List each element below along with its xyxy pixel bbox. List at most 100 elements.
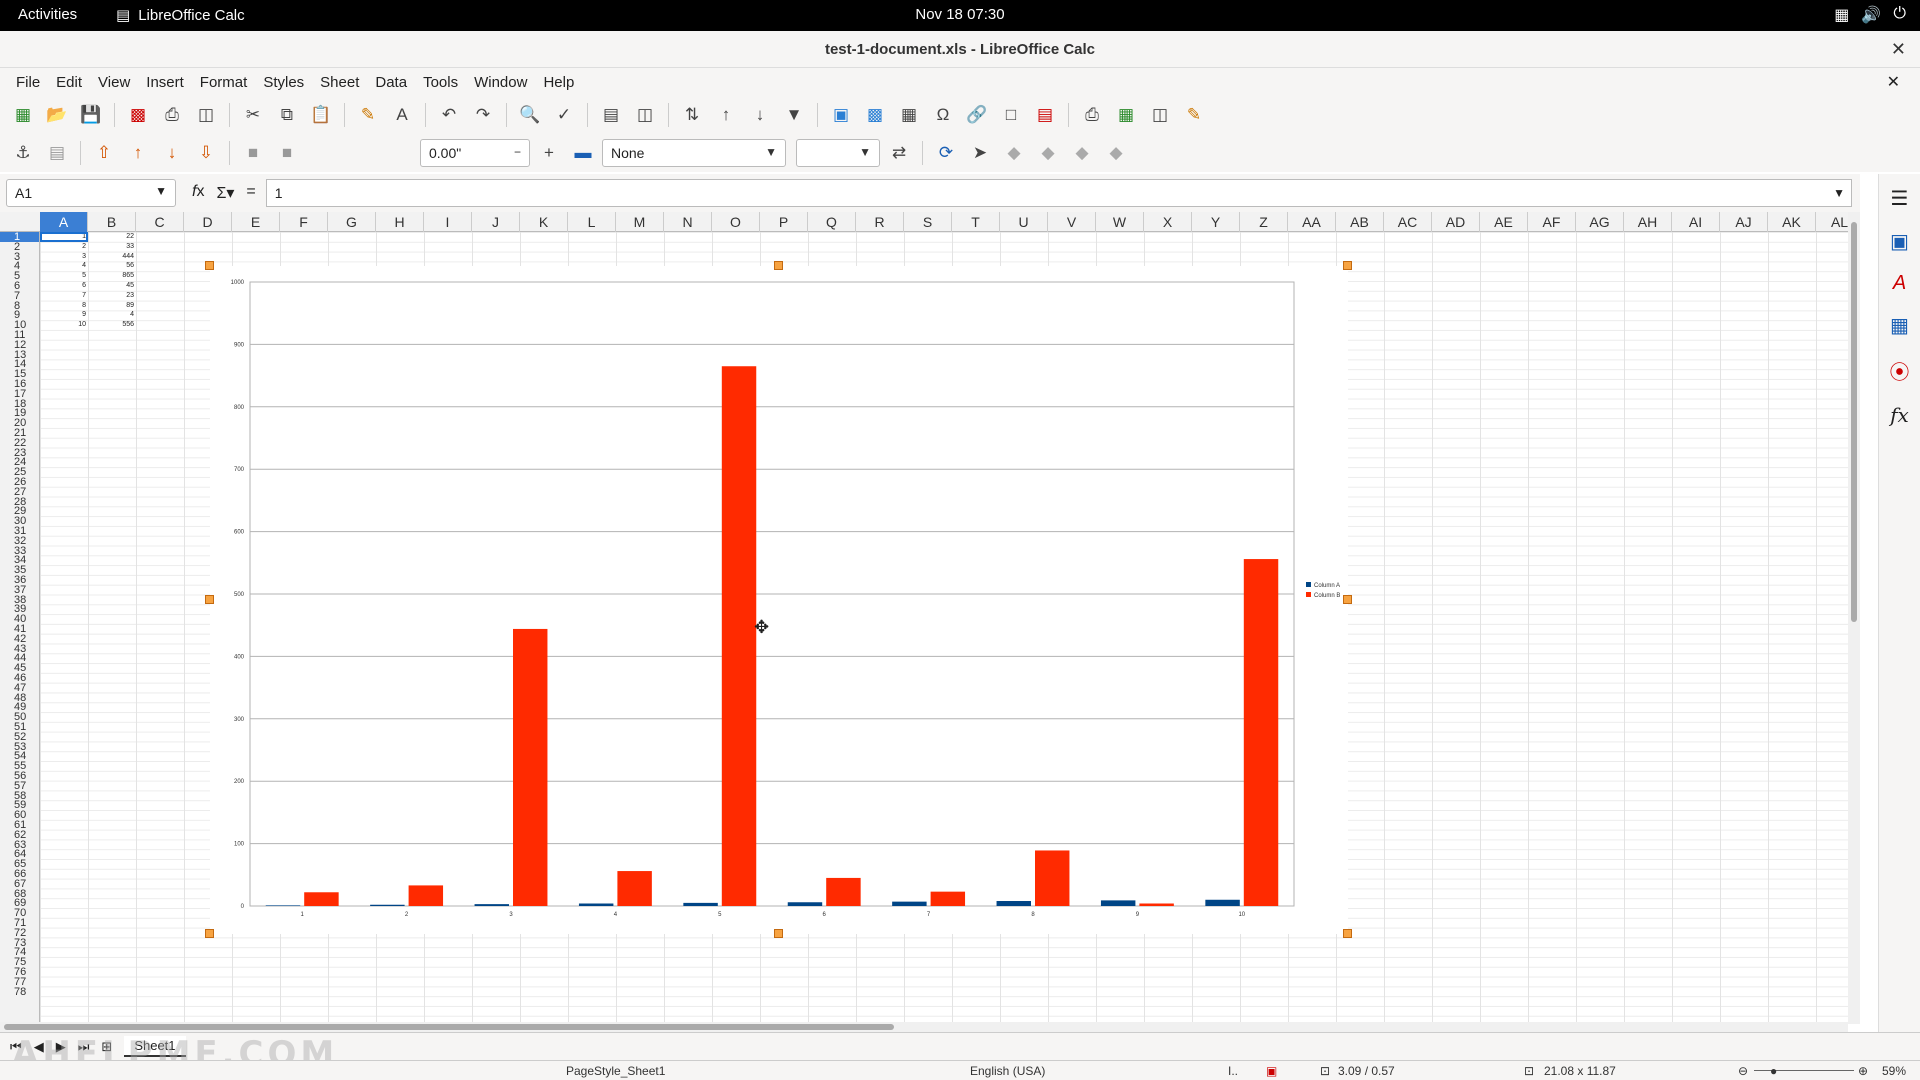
resize-handle-top-left[interactable] [205,261,214,270]
print-icon[interactable]: ⎙ [157,100,187,130]
flip-icon[interactable]: ◆ [1033,138,1063,168]
menu-format[interactable]: Format [192,74,256,91]
app-menu[interactable]: ▤ LibreOffice Calc [116,6,245,25]
menu-edit[interactable]: Edit [48,74,90,91]
send-to-back-icon[interactable]: ⇩ [191,138,221,168]
cell-a9[interactable]: 9 [40,310,86,320]
column-header-ab[interactable]: AB [1336,212,1384,232]
menu-sheet[interactable]: Sheet [312,74,367,91]
column-icon[interactable]: ◫ [630,100,660,130]
pivot-table-icon[interactable]: ▦ [894,100,924,130]
open-icon[interactable]: 📂 [42,100,72,130]
spreadsheet-grid-area[interactable]: A B C D E F G H I J K L M N O P Q R S T U V W X Y Z AA AB AC AD AE AF AG… [0,212,1848,1024]
cell-a2[interactable]: 2 [40,242,86,252]
row-icon[interactable]: ▤ [596,100,626,130]
menu-window[interactable]: Window [466,74,535,91]
column-header-ak[interactable]: AK [1768,212,1816,232]
scroll-thumb[interactable] [4,1024,894,1030]
column-header-ah[interactable]: AH [1624,212,1672,232]
column-header-aj[interactable]: AJ [1720,212,1768,232]
cell-b6[interactable]: 45 [88,281,134,291]
cell-b9[interactable]: 4 [88,310,134,320]
row-header[interactable]: 2 [0,241,39,252]
hyperlink-icon[interactable]: 🔗 [962,100,992,130]
headers-footers-icon[interactable]: ▤ [1030,100,1060,130]
row-header[interactable]: 8 [0,300,39,311]
navigator-icon[interactable]: ⦿ [1890,356,1910,385]
insert-chart-icon[interactable]: ▩ [860,100,890,130]
zoom-level[interactable]: 59% [1882,1064,1906,1078]
bar-chart[interactable]: 0 100 200 300 400 500 600 700 800 900 1000 1 2 3 4 5 6 7 8… [210,266,1348,934]
row-header[interactable]: 6 [0,281,39,292]
clear-formatting-icon[interactable]: A [387,100,417,130]
cell-b4[interactable]: 56 [88,261,134,271]
area-style-dropdown[interactable]: None ▼ [602,139,786,167]
menu-view[interactable]: View [90,74,138,91]
column-header-af[interactable]: AF [1528,212,1576,232]
window-close-icon[interactable]: ✕ [1891,31,1906,68]
column-header-aa[interactable]: AA [1288,212,1336,232]
column-header-s[interactable]: S [904,212,952,232]
column-header-x[interactable]: X [1144,212,1192,232]
column-header-e[interactable]: E [232,212,280,232]
freeze-rows-columns-icon[interactable]: ▦ [1111,100,1141,130]
column-header-y[interactable]: Y [1192,212,1240,232]
menu-help[interactable]: Help [535,74,582,91]
row-header[interactable]: 4 [0,261,39,272]
cut-icon[interactable]: ✂ [238,100,268,130]
column-header-j[interactable]: J [472,212,520,232]
column-header-ag[interactable]: AG [1576,212,1624,232]
sidebar-menu-icon[interactable]: ☰ [1891,186,1909,211]
comment-icon[interactable]: □ [996,100,1026,130]
to-foreground-icon[interactable]: ■ [238,138,268,168]
line-color-icon[interactable]: ▬ [568,138,598,168]
chart-object[interactable]: 0 100 200 300 400 500 600 700 800 900 1000 1 2 3 4 5 6 7 8… [210,266,1348,934]
menu-file[interactable]: File [8,74,48,91]
zoom-out-icon[interactable]: ⊖ [1738,1064,1748,1078]
column-header-h[interactable]: H [376,212,424,232]
column-header-ad[interactable]: AD [1432,212,1480,232]
power-icon[interactable]: ⏻ [1893,5,1906,25]
group-icon[interactable]: ◆ [1067,138,1097,168]
show-draw-functions-icon[interactable]: ✎ [1179,100,1209,130]
cell-b5[interactable]: 865 [88,271,134,281]
column-header-r[interactable]: R [856,212,904,232]
resize-handle-left[interactable] [205,595,214,604]
cell-a7[interactable]: 7 [40,291,86,301]
column-header-b[interactable]: B [88,212,136,232]
points-icon[interactable]: ◆ [999,138,1029,168]
autofilter-icon[interactable]: ▼ [779,100,809,130]
formula-icon[interactable]: = [246,183,255,203]
row-header[interactable]: 1 [0,232,39,242]
save-icon[interactable]: 💾 [76,100,106,130]
activities-button[interactable]: Activities [18,6,77,23]
backward-one-icon[interactable]: ↓ [157,138,187,168]
name-box[interactable]: A1 ▼ [6,179,176,207]
horizontal-scrollbar[interactable] [0,1022,1848,1032]
resize-handle-bottom-left[interactable] [205,929,214,938]
column-header-ai[interactable]: AI [1672,212,1720,232]
column-header-z[interactable]: Z [1240,212,1288,232]
to-background-icon[interactable]: ■ [272,138,302,168]
column-header-n[interactable]: N [664,212,712,232]
cell-b8[interactable]: 89 [88,301,134,311]
ungroup-icon[interactable]: ◆ [1101,138,1131,168]
column-header-i[interactable]: I [424,212,472,232]
resize-handle-bottom[interactable] [774,929,783,938]
menu-styles[interactable]: Styles [255,74,312,91]
menu-tools[interactable]: Tools [415,74,466,91]
system-tray[interactable]: ▦ 🔊 ⏻ [1834,5,1906,25]
forward-one-icon[interactable]: ↑ [123,138,153,168]
column-header-a[interactable]: A [40,212,88,232]
cell-b7[interactable]: 23 [88,291,134,301]
sum-icon[interactable]: Σ▾ [216,183,234,203]
cell-a10[interactable]: 10 [40,320,86,330]
print-preview-icon[interactable]: ◫ [191,100,221,130]
cell-a3[interactable]: 3 [40,252,86,262]
clock[interactable]: Nov 18 07:30 [0,6,1920,23]
cell-b3[interactable]: 444 [88,252,134,262]
rotate-icon[interactable]: ⟳ [931,138,961,168]
define-print-area-icon[interactable]: ⎙ [1077,100,1107,130]
column-header-ae[interactable]: AE [1480,212,1528,232]
bring-to-front-icon[interactable]: ⇧ [89,138,119,168]
